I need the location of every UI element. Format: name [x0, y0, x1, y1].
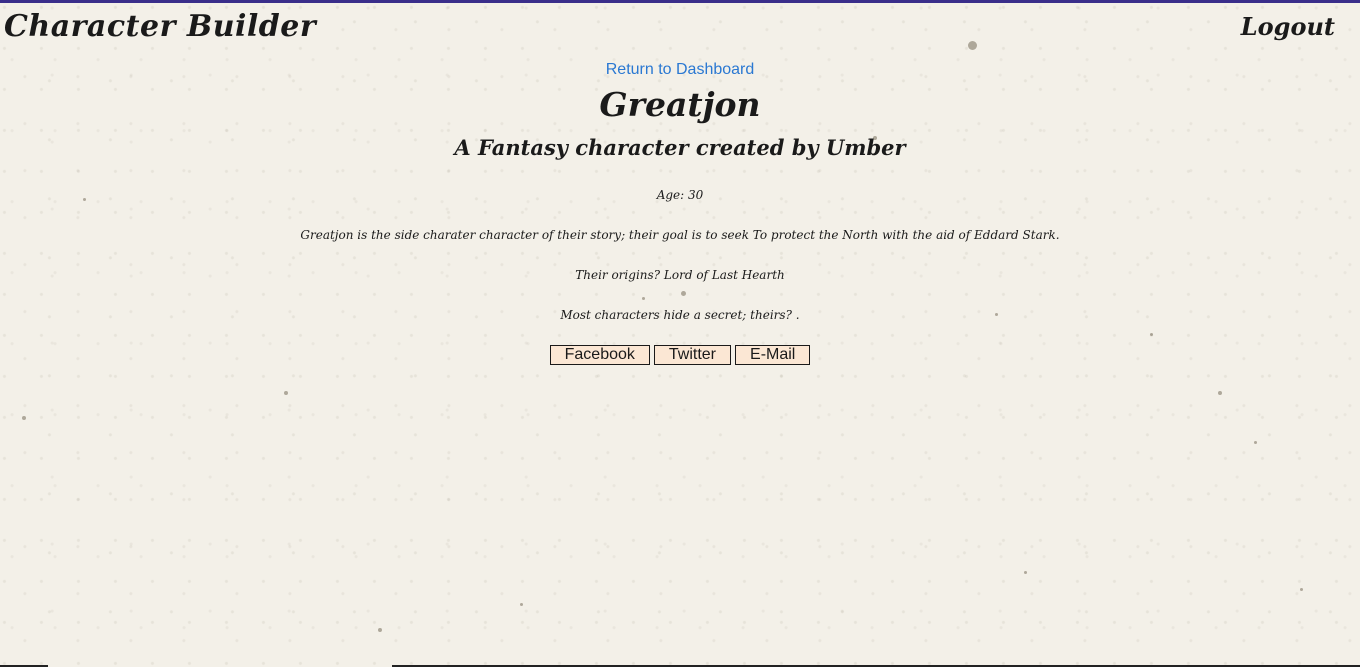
character-description: Greatjon is the side charater character … [300, 228, 1060, 242]
paper-speck [1024, 571, 1027, 574]
character-secret: Most characters hide a secret; theirs? . [560, 308, 800, 322]
paper-speck [22, 416, 26, 420]
return-to-dashboard-link[interactable]: Return to Dashboard [606, 61, 755, 79]
paper-speck [520, 603, 523, 606]
paper-speck [1218, 391, 1222, 395]
character-name: Greatjon [599, 85, 761, 124]
app-brand: Character Builder [4, 9, 317, 44]
paper-speck [681, 291, 686, 296]
paper-speck [1150, 333, 1153, 336]
paper-speck [1254, 441, 1257, 444]
paper-speck [1300, 588, 1303, 591]
character-age: Age: 30 [656, 188, 704, 202]
share-twitter-button[interactable]: Twitter [653, 345, 732, 365]
character-detail: Return to Dashboard Greatjon A Fantasy c… [0, 58, 1360, 365]
paper-speck [378, 628, 382, 632]
top-header: Character Builder Logout [0, 3, 1360, 53]
logout-link[interactable]: Logout [1241, 12, 1335, 41]
share-email-button[interactable]: E-Mail [735, 345, 811, 365]
character-origins: Their origins? Lord of Last Hearth [575, 268, 785, 282]
paper-speck [642, 297, 645, 300]
share-buttons: Facebook Twitter E-Mail [0, 345, 1360, 365]
share-facebook-button[interactable]: Facebook [549, 345, 650, 365]
character-subtitle: A Fantasy character created by Umber [454, 134, 906, 160]
paper-speck [284, 391, 288, 395]
